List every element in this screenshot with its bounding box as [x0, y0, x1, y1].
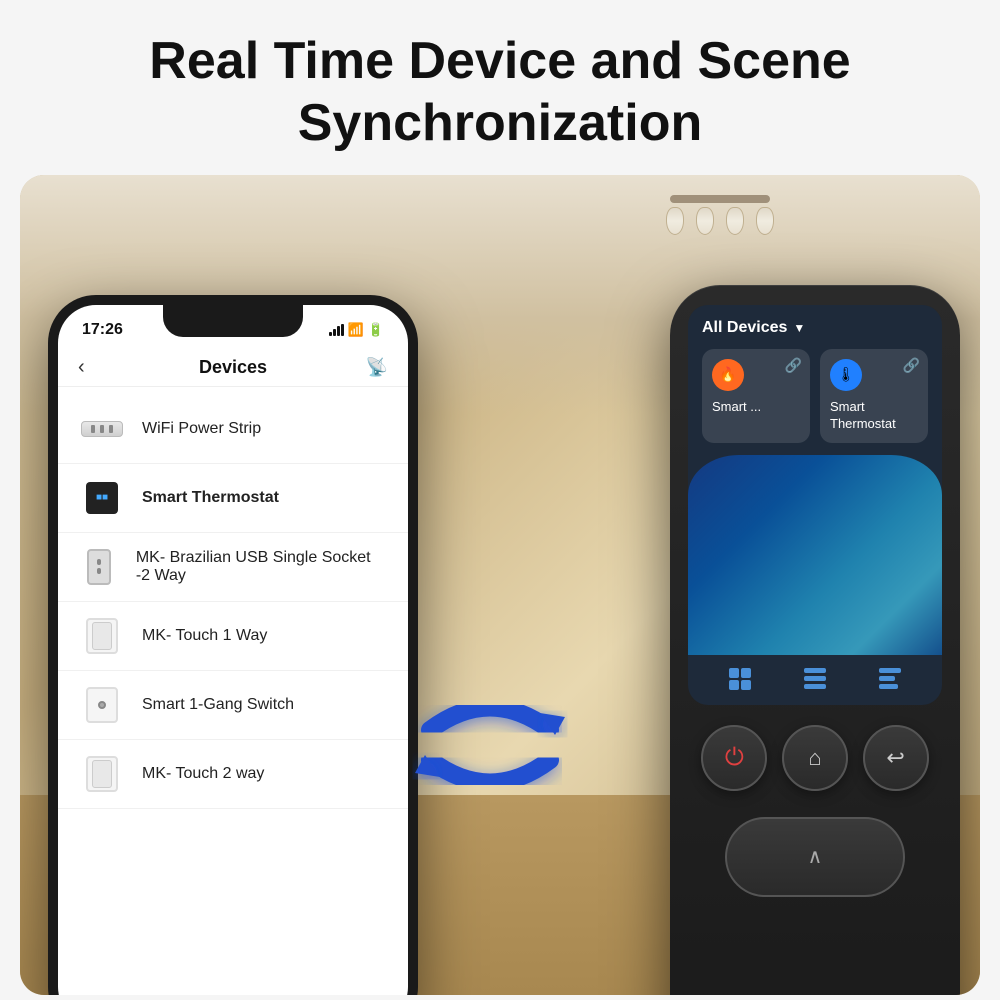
list-item[interactable]: MK- Touch 1 Way: [58, 602, 408, 671]
main-illustration: 17:26 📶 🔋 ‹ Device: [20, 175, 980, 995]
dpad[interactable]: ∧: [725, 817, 905, 897]
menu-nav-icon[interactable]: [872, 665, 908, 693]
device-icon-thermostat: ■■: [78, 478, 126, 518]
home-button[interactable]: ⌂: [782, 725, 848, 791]
phone-device: 17:26 📶 🔋 ‹ Device: [48, 295, 418, 995]
list-nav-icon[interactable]: [797, 665, 833, 693]
battery-icon: 🔋: [368, 322, 384, 338]
device-icon-switch2: [78, 754, 126, 794]
page-header: Real Time Device and Scene Synchronizati…: [0, 0, 1000, 175]
back-icon: ↩: [886, 745, 904, 771]
back-button-remote[interactable]: ↩: [863, 725, 929, 791]
phone-notch: [163, 305, 303, 337]
signal-icon: [329, 324, 344, 336]
back-button[interactable]: ‹: [78, 356, 85, 379]
card-device-icon-blue: 🌡: [830, 359, 862, 391]
status-time: 17:26: [82, 321, 123, 339]
screen-cards-grid: 🔗 🔥 Smart ... 🔗 🌡 Smart: [702, 349, 928, 443]
screen-card-2[interactable]: 🔗 🌡 Smart Thermostat: [820, 349, 928, 443]
status-icons: 📶 🔋: [329, 322, 384, 338]
device-icon-power-strip: [78, 409, 126, 449]
list-item[interactable]: WiFi Power Strip: [58, 395, 408, 464]
device-icon-switch: [78, 616, 126, 656]
list-item[interactable]: ■■ Smart Thermostat: [58, 464, 408, 533]
sync-arrows-svg: [410, 675, 570, 815]
dpad-up-icon: ∧: [808, 844, 823, 869]
remote-screen: All Devices ▼ 🔗 🔥 Smart ...: [688, 305, 942, 705]
chandelier-drop: [696, 207, 714, 235]
chandelier-drop: [726, 207, 744, 235]
sync-icon: [410, 675, 570, 815]
remote-buttons-row: ⏻ ⌂ ↩: [670, 705, 960, 807]
card-label-1: Smart ...: [712, 399, 800, 416]
chandelier-drop: [756, 207, 774, 235]
wifi-settings-icon[interactable]: 📡: [366, 357, 388, 378]
power-button[interactable]: ⏻: [701, 725, 767, 791]
navbar-title: Devices: [199, 357, 267, 378]
power-icon: ⏻: [725, 744, 744, 772]
device-name: MK- Brazilian USB Single Socket -2 Way: [136, 549, 388, 585]
page-wrapper: Real Time Device and Scene Synchronizati…: [0, 0, 1000, 1000]
sync-arrows: [400, 665, 580, 825]
list-item[interactable]: Smart 1-Gang Switch: [58, 671, 408, 740]
device-name: MK- Touch 2 way: [142, 765, 264, 783]
device-name: Smart 1-Gang Switch: [142, 696, 294, 714]
device-name: Smart Thermostat: [142, 489, 279, 507]
chandelier: [660, 195, 780, 295]
chandelier-bar: [670, 195, 770, 203]
screen-gradient: [688, 455, 942, 655]
device-icon-1gang: [78, 685, 126, 725]
device-list: WiFi Power Strip ■■ Smart Thermostat: [58, 387, 408, 817]
home-icon: ⌂: [808, 745, 821, 771]
screen-header: All Devices ▼: [702, 319, 928, 337]
list-item[interactable]: MK- Touch 2 way: [58, 740, 408, 809]
device-name: WiFi Power Strip: [142, 420, 261, 438]
screen-bottom-nav: [702, 665, 928, 693]
phone-navbar: ‹ Devices 📡: [58, 349, 408, 387]
grid-nav-icon[interactable]: [722, 665, 758, 693]
chandelier-drop: [666, 207, 684, 235]
device-name: MK- Touch 1 Way: [142, 627, 267, 645]
dropdown-arrow-icon[interactable]: ▼: [793, 321, 805, 335]
card-device-icon-orange: 🔥: [712, 359, 744, 391]
chandelier-drops: [660, 207, 780, 235]
page-title: Real Time Device and Scene Synchronizati…: [60, 30, 940, 155]
list-item[interactable]: MK- Brazilian USB Single Socket -2 Way: [58, 533, 408, 602]
card-label-2: Smart Thermostat: [830, 399, 918, 433]
screen-title: All Devices: [702, 319, 787, 337]
card-link-icon: 🔗: [903, 357, 920, 374]
remote-control: All Devices ▼ 🔗 🔥 Smart ...: [670, 285, 960, 995]
screen-card-1[interactable]: 🔗 🔥 Smart ...: [702, 349, 810, 443]
device-icon-socket: [78, 547, 120, 587]
wifi-status-icon: 📶: [348, 322, 364, 338]
card-link-icon: 🔗: [785, 357, 802, 374]
